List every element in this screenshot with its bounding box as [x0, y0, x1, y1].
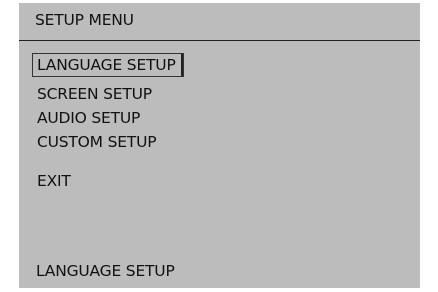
current-selection-label: LANGUAGE SETUP [36, 262, 175, 280]
menu-item-custom-setup[interactable]: CUSTOM SETUP [33, 131, 161, 153]
menu-title: SETUP MENU [35, 11, 134, 29]
menu-item-language-setup[interactable]: LANGUAGE SETUP [32, 53, 184, 77]
menu-item-screen-setup[interactable]: SCREEN SETUP [33, 83, 157, 105]
setup-menu-screen: SETUP MENU LANGUAGE SETUP SCREEN SETUP A… [19, 3, 420, 288]
menu-item-exit[interactable]: EXIT [33, 170, 76, 192]
header-divider [19, 40, 420, 41]
menu-item-audio-setup[interactable]: AUDIO SETUP [33, 107, 145, 129]
